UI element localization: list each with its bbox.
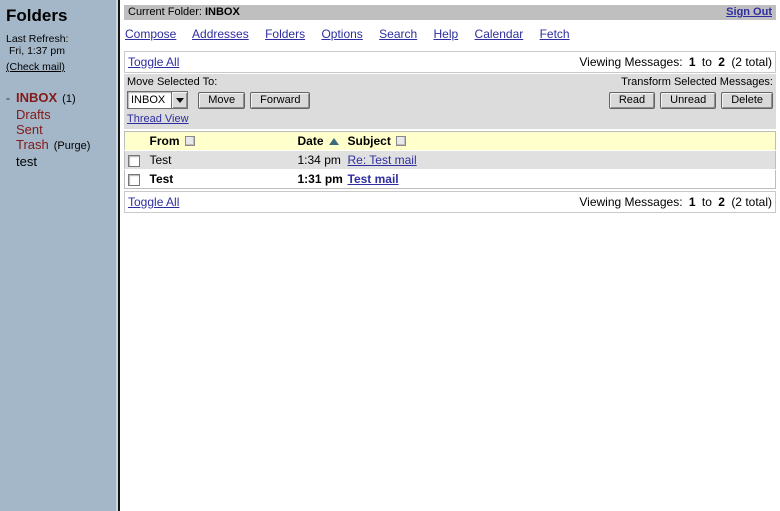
message-row: Test 1:34 pm Re: Test mail [124, 150, 776, 170]
viewing-from: 1 [688, 195, 696, 209]
menu-search[interactable]: Search [379, 27, 417, 41]
move-button[interactable]: Move [198, 91, 246, 109]
chevron-down-icon [175, 97, 184, 103]
sort-from-icon[interactable] [184, 136, 195, 146]
toggle-all-link[interactable]: Toggle All [128, 55, 179, 69]
unread-count-badge: (1) [62, 93, 76, 105]
purge-link[interactable]: (Purge) [54, 139, 91, 154]
folder-link-drafts[interactable]: Drafts [16, 107, 51, 122]
message-list-table: From Date Subject Test 1:34 pm Re: Test … [124, 131, 776, 189]
from-header-label: From [149, 134, 180, 148]
menu-folders[interactable]: Folders [265, 27, 305, 41]
message-checkbox[interactable] [128, 173, 140, 186]
last-refresh: Last Refresh: Fri, 1:37 pm [6, 33, 112, 57]
from-column-header[interactable]: From [146, 131, 295, 151]
date-header-label: Date [297, 134, 324, 148]
thread-view-link[interactable]: Thread View [127, 113, 189, 125]
checkbox-column-header [124, 131, 147, 151]
transform-selected-label: Transform Selected Messages: [621, 76, 773, 88]
sort-subject-icon[interactable] [395, 136, 406, 146]
viewing-messages: Viewing Messages: 1 to 2 (2 total) [579, 55, 772, 69]
toggle-all-link[interactable]: Toggle All [128, 195, 179, 209]
folder-select-value: INBOX [128, 92, 171, 108]
folder-item-inbox: - INBOX (1) [6, 90, 112, 107]
message-checkbox[interactable] [128, 154, 140, 167]
folder-item-test: test [6, 154, 112, 169]
viewing-to-word: to [701, 55, 712, 69]
current-folder-bar: Current Folder: INBOX Sign Out [124, 5, 776, 20]
message-date: 1:31 pm [294, 169, 345, 189]
message-subject-link[interactable]: Re: Test mail [348, 153, 417, 167]
message-row: Test 1:31 pm Test mail [124, 169, 776, 189]
date-column-header[interactable]: Date [294, 131, 345, 151]
current-folder-label: Current Folder: [128, 6, 202, 18]
message-list-header: From Date Subject [124, 131, 776, 151]
current-folder: Current Folder: INBOX [128, 6, 240, 18]
main-menu: Compose Addresses Folders Options Search… [124, 20, 776, 51]
folder-list: - INBOX (1) Drafts Sent Trash (Purge) te… [6, 90, 112, 169]
viewing-messages: Viewing Messages: 1 to 2 (2 total) [579, 195, 772, 209]
viewing-total: (2 total) [731, 55, 772, 69]
folder-link-trash[interactable]: Trash [16, 137, 49, 152]
folder-link-sent[interactable]: Sent [16, 122, 43, 137]
sidebar-title: Folders [6, 6, 68, 25]
viewing-to: 2 [718, 55, 725, 69]
last-refresh-label: Last Refresh: [6, 33, 69, 45]
viewing-to-word: to [701, 195, 712, 209]
sort-ascending-icon[interactable] [328, 138, 339, 145]
viewing-total: (2 total) [731, 195, 772, 209]
menu-compose[interactable]: Compose [125, 27, 176, 41]
folder-item-drafts: Drafts [6, 107, 112, 122]
message-from: Test [149, 153, 172, 167]
viewing-label: Viewing Messages: [579, 195, 683, 209]
pager-top: Toggle All Viewing Messages: 1 to 2 (2 t… [124, 51, 776, 73]
message-toolbar: Move Selected To: Transform Selected Mes… [124, 74, 776, 129]
folder-item-sent: Sent [6, 122, 112, 137]
folder-link-test[interactable]: test [16, 154, 37, 169]
pager-bottom: Toggle All Viewing Messages: 1 to 2 (2 t… [124, 191, 776, 213]
menu-options[interactable]: Options [321, 27, 362, 41]
message-subject-link[interactable]: Test mail [348, 172, 399, 186]
webmail-app: Folders Last Refresh: Fri, 1:37 pm (Chec… [0, 0, 780, 511]
subject-column-header[interactable]: Subject [344, 131, 776, 151]
sign-out-link[interactable]: Sign Out [726, 6, 772, 18]
folder-select[interactable]: INBOX [127, 91, 189, 109]
viewing-label: Viewing Messages: [579, 55, 683, 69]
select-dropdown-button[interactable] [171, 92, 188, 108]
current-folder-value: INBOX [204, 6, 240, 18]
message-from: Test [146, 169, 295, 189]
check-mail-link[interactable]: (Check mail) [6, 61, 65, 73]
menu-calendar[interactable]: Calendar [475, 27, 524, 41]
collapse-dash-icon[interactable]: - [6, 91, 16, 106]
delete-button[interactable]: Delete [721, 91, 773, 109]
folder-sidebar: Folders Last Refresh: Fri, 1:37 pm (Chec… [0, 0, 118, 511]
unread-button[interactable]: Unread [660, 91, 717, 109]
viewing-to: 2 [718, 195, 725, 209]
menu-help[interactable]: Help [434, 27, 459, 41]
menu-addresses[interactable]: Addresses [192, 27, 249, 41]
menu-fetch[interactable]: Fetch [540, 27, 570, 41]
folder-link-inbox[interactable]: INBOX [16, 90, 57, 105]
folder-item-trash: Trash (Purge) [6, 137, 112, 154]
message-date: 1:34 pm [297, 153, 341, 167]
forward-button[interactable]: Forward [250, 91, 311, 109]
subject-header-label: Subject [347, 134, 391, 148]
main-pane: Current Folder: INBOX Sign Out Compose Ad… [120, 0, 780, 511]
read-button[interactable]: Read [608, 91, 656, 109]
move-selected-label: Move Selected To: [127, 76, 218, 88]
viewing-from: 1 [688, 55, 696, 69]
last-refresh-time: Fri, 1:37 pm [9, 45, 66, 57]
